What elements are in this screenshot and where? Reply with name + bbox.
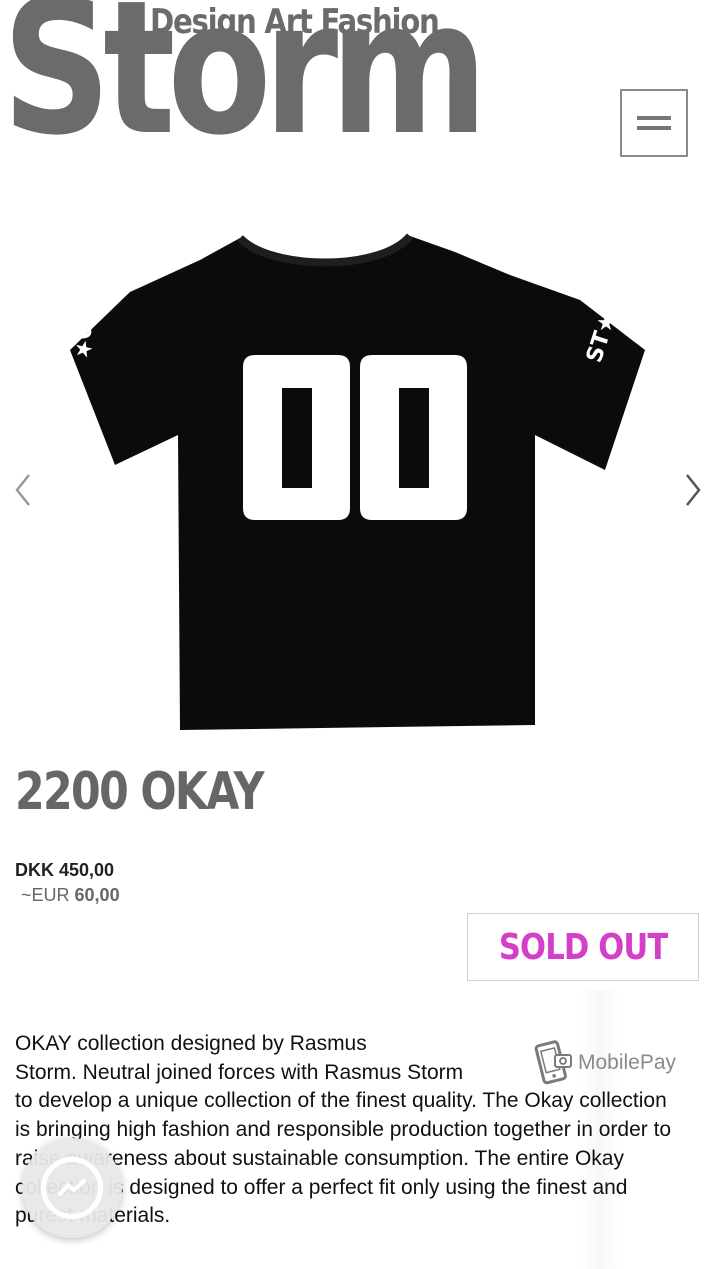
product-carousel[interactable]: 00★ ST★	[0, 200, 707, 760]
left-sleeve-print: 00★	[67, 308, 97, 361]
carousel-prev-button[interactable]	[8, 470, 38, 510]
site-logo[interactable]: Storm Design Art Fashion	[0, 0, 488, 175]
carousel-next-button[interactable]	[678, 470, 707, 510]
price-eur-prefix: ~EUR	[21, 885, 70, 905]
mobilepay-icon	[534, 1040, 572, 1085]
description-line-2: Storm. Neutral joined forces with Rasmus…	[15, 1060, 464, 1084]
hamburger-icon	[637, 116, 671, 130]
sold-out-button[interactable]: SOLD OUT	[467, 913, 699, 981]
price-dkk: DKK 450,00	[15, 860, 115, 880]
messenger-chat-button[interactable]	[22, 1138, 122, 1238]
mobilepay-label: MobilePay	[578, 1051, 677, 1074]
messenger-icon	[41, 1157, 103, 1219]
chevron-right-icon	[686, 474, 701, 506]
logo-tagline: Design Art Fashion	[150, 2, 440, 42]
sold-out-label: SOLD OUT	[498, 926, 668, 968]
product-title: 2200 OKAY	[15, 762, 264, 822]
mobilepay-button[interactable]: MobilePay	[530, 1038, 700, 1088]
menu-button[interactable]	[620, 89, 688, 157]
price-eur: ~EUR 60,00	[21, 885, 120, 906]
price-eur-amount: 60,00	[74, 885, 120, 905]
tshirt-image	[70, 233, 645, 730]
description-line-1: OKAY collection designed by Rasmus	[15, 1032, 367, 1055]
chevron-left-icon	[15, 474, 30, 506]
